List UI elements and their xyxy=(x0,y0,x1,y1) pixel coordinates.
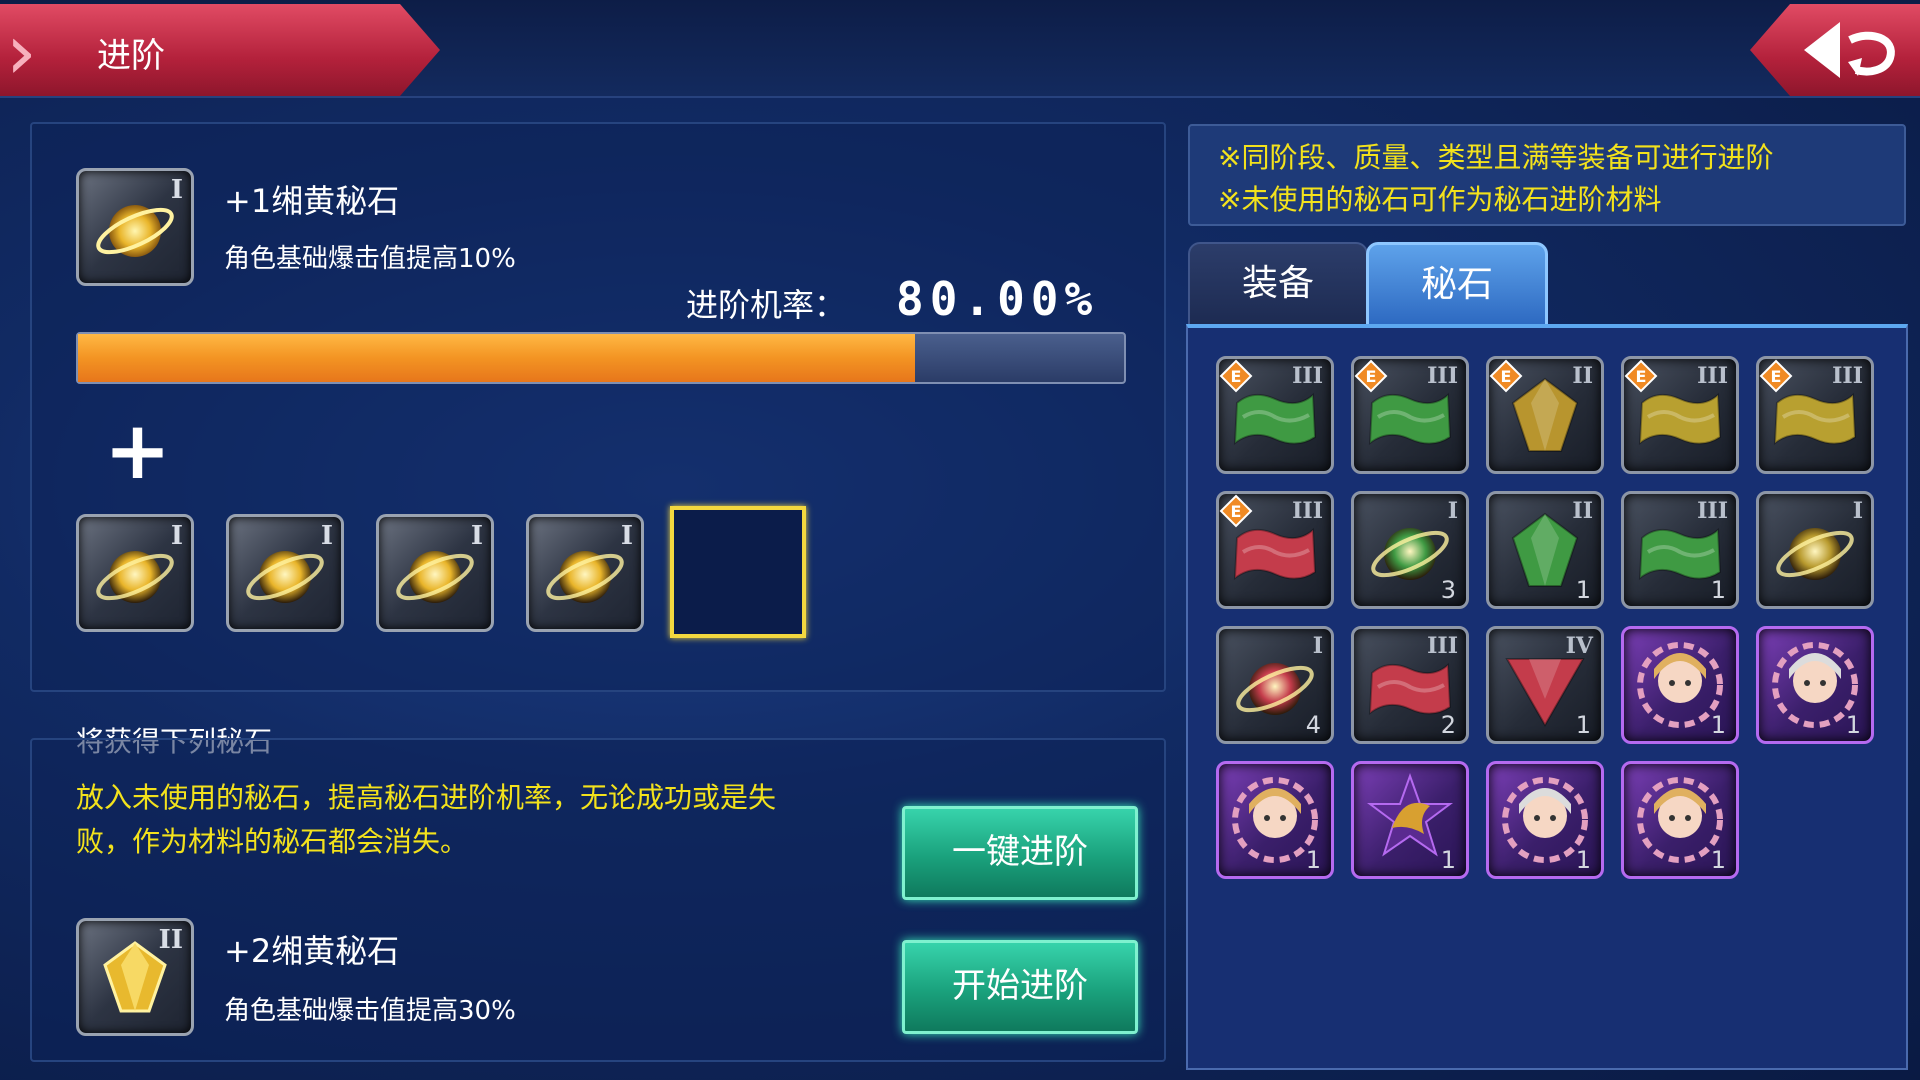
current-stone-desc: 角色基础爆击值提高10% xyxy=(224,244,516,274)
item-quantity: 2 xyxy=(1440,711,1456,739)
tier-label: III xyxy=(1697,363,1728,389)
back-arrow-icon xyxy=(1804,22,1895,78)
material-slot[interactable]: I xyxy=(226,514,344,632)
inventory-item[interactable]: III E xyxy=(1351,356,1469,474)
item-quantity: 1 xyxy=(1710,711,1726,739)
inventory-item[interactable]: II E xyxy=(1486,356,1604,474)
grade-e-icon: E xyxy=(1759,359,1793,393)
item-quantity: 1 xyxy=(1305,846,1321,874)
inventory-item[interactable]: 1 xyxy=(1621,761,1739,879)
back-button[interactable] xyxy=(1750,4,1920,96)
tier-label: III xyxy=(1427,633,1458,659)
svg-text:E: E xyxy=(1231,502,1242,521)
rate-progress-bar xyxy=(76,332,1126,384)
item-quantity: 1 xyxy=(1710,846,1726,874)
svg-text:E: E xyxy=(1636,367,1647,386)
tip-text: ※未使用的秘石可作为秘石进阶材料 xyxy=(1218,183,1662,216)
tier-label: I xyxy=(1312,633,1323,659)
tier-label: I xyxy=(1852,498,1863,524)
tier-label: II xyxy=(158,925,183,955)
one-click-upgrade-button[interactable]: 一键进阶 xyxy=(902,806,1138,900)
item-quantity: 1 xyxy=(1575,846,1591,874)
result-stone-name: +2缃黄秘石 xyxy=(224,932,400,970)
tier-label: I xyxy=(470,521,483,551)
item-quantity: 4 xyxy=(1305,711,1321,739)
tier-label: III xyxy=(1292,363,1323,389)
item-quantity: 1 xyxy=(1845,711,1861,739)
inventory-item[interactable]: I xyxy=(1756,491,1874,609)
item-quantity: 3 xyxy=(1440,576,1456,604)
tier-label: II xyxy=(1572,498,1593,524)
rate-progress-fill xyxy=(78,334,915,382)
inventory-item[interactable]: III 2 xyxy=(1351,626,1469,744)
tier-label: III xyxy=(1697,498,1728,524)
current-stone-name: +1缃黄秘石 xyxy=(224,182,400,220)
tips-box: ※同阶段、质量、类型且满等装备可进行进阶 ※未使用的秘石可作为秘石进阶材料 xyxy=(1188,124,1906,226)
top-bar: ›› 进阶 xyxy=(0,0,1920,98)
item-quantity: 1 xyxy=(1440,846,1456,874)
inventory-item[interactable]: 1 xyxy=(1216,761,1334,879)
chevron-right-icon: ›› xyxy=(6,7,31,96)
inventory-item[interactable]: 1 xyxy=(1351,761,1469,879)
material-slot[interactable]: I xyxy=(376,514,494,632)
empty-material-slot[interactable] xyxy=(670,506,806,638)
tier-label: IV xyxy=(1565,633,1593,659)
inventory-item[interactable]: III 1 xyxy=(1621,491,1739,609)
tier-label: I xyxy=(320,521,333,551)
inventory-item[interactable]: 1 xyxy=(1621,626,1739,744)
result-stone-desc: 角色基础爆击值提高30% xyxy=(224,996,516,1026)
grade-e-icon: E xyxy=(1489,359,1523,393)
rate-label: 进阶机率： xyxy=(686,286,847,324)
inventory-item[interactable]: IV 1 xyxy=(1486,626,1604,744)
grade-e-icon: E xyxy=(1219,359,1253,393)
inventory-item[interactable]: II 1 xyxy=(1486,491,1604,609)
item-quantity: 1 xyxy=(1575,576,1591,604)
item-quantity: 1 xyxy=(1710,576,1726,604)
tier-label: III xyxy=(1292,498,1323,524)
title-banner: ›› 进阶 xyxy=(0,4,440,96)
grade-e-icon: E xyxy=(1354,359,1388,393)
tab-equipment[interactable]: 装备 xyxy=(1188,242,1368,326)
svg-text:E: E xyxy=(1366,367,1377,386)
start-upgrade-button[interactable]: 开始进阶 xyxy=(902,940,1138,1034)
tip-text: ※同阶段、质量、类型且满等装备可进行进阶 xyxy=(1218,141,1774,174)
inventory-item[interactable]: I4 xyxy=(1216,626,1334,744)
inventory-item[interactable]: III E xyxy=(1756,356,1874,474)
grade-e-icon: E xyxy=(1624,359,1658,393)
inventory-item[interactable]: III E xyxy=(1216,491,1334,609)
inventory-item[interactable]: III E xyxy=(1621,356,1739,474)
tier-label: III xyxy=(1832,363,1863,389)
material-slot[interactable]: I xyxy=(526,514,644,632)
tier-label: I xyxy=(170,175,183,205)
inventory-item[interactable]: 1 xyxy=(1486,761,1604,879)
inventory-item[interactable]: 1 xyxy=(1756,626,1874,744)
page-title: 进阶 xyxy=(97,36,165,76)
inventory-item[interactable]: I3 xyxy=(1351,491,1469,609)
material-slot[interactable]: I xyxy=(76,514,194,632)
inventory-item[interactable]: III E xyxy=(1216,356,1334,474)
current-stone-slot[interactable]: I xyxy=(76,168,194,286)
plus-icon: + xyxy=(104,404,172,497)
rate-value: 80.00% xyxy=(896,272,1099,326)
tier-label: I xyxy=(1447,498,1458,524)
tier-label: III xyxy=(1427,363,1458,389)
tier-label: II xyxy=(1572,363,1593,389)
result-stone-slot[interactable]: II xyxy=(76,918,194,1036)
item-quantity: 1 xyxy=(1575,711,1591,739)
svg-text:E: E xyxy=(1771,367,1782,386)
svg-text:E: E xyxy=(1231,367,1242,386)
grade-e-icon: E xyxy=(1219,494,1253,528)
tier-label: I xyxy=(620,521,633,551)
upgrade-note: 放入未使用的秘石，提高秘石进阶机率，无论成功或是失败，作为材料的秘石都会消失。 xyxy=(76,781,777,858)
svg-text:E: E xyxy=(1501,367,1512,386)
tier-label: I xyxy=(170,521,183,551)
tab-secret-stone[interactable]: 秘石 xyxy=(1366,242,1548,328)
